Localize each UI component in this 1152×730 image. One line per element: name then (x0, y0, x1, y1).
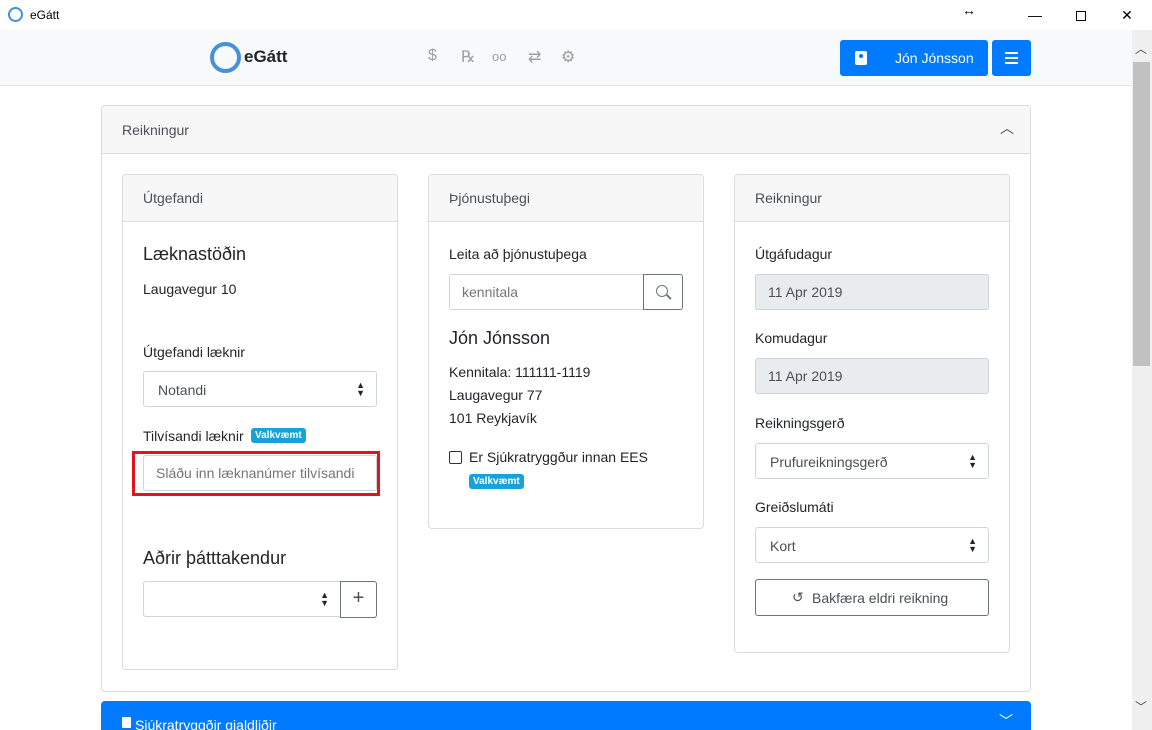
minimize-button[interactable]: — (1012, 0, 1058, 30)
exchange-icon[interactable]: ⇄ (528, 47, 541, 67)
user-button-label: Jón Jónsson (895, 50, 974, 66)
hamburger-icon (1005, 52, 1018, 54)
file-medical-icon (122, 717, 131, 728)
ees-checkbox-label[interactable]: Er Sjúkratryggður innan EES (469, 449, 648, 465)
select-arrows-icon: ▲ ▼ (356, 380, 365, 398)
insured-items-panel-header[interactable]: Sjúkratryggðir gjaldliðir ﹀ (101, 701, 1031, 730)
recipient-card-title: Þjónustuþegi (449, 190, 530, 206)
recipient-name: Jón Jónsson (449, 328, 551, 348)
maximize-icon (1076, 11, 1086, 22)
scrollbar-thumb[interactable] (1133, 62, 1150, 366)
user-button[interactable]: Jón Jónsson (840, 40, 988, 76)
search-button[interactable] (643, 274, 683, 310)
invoice-details-header: Reikningur (735, 175, 1009, 222)
issuing-doctor-value: Notandi (158, 382, 207, 398)
payment-method-select[interactable]: Kort ▲ ▼ (755, 527, 989, 563)
other-participants-select[interactable]: ▲ ▼ (143, 581, 341, 617)
issue-date-label: Útgáfudagur (755, 246, 833, 262)
dollar-icon[interactable]: $ (428, 47, 437, 65)
invoice-card-title: Reikningur (122, 122, 189, 138)
select-arrows-icon: ▲ ▼ (968, 452, 977, 470)
app-icon (8, 7, 23, 22)
reverse-invoice-button[interactable]: ↺ Bakfæra eldri reikning (755, 579, 989, 616)
clinic-name: Læknastöðin (143, 244, 247, 264)
logo-text: eGátt (244, 47, 288, 66)
maximize-button[interactable] (1058, 0, 1104, 30)
insured-items-title: Sjúkratryggðir gjaldliðir (135, 717, 277, 730)
invoice-type-value: Prufureikningsgerð (770, 454, 888, 470)
logo-icon (210, 42, 241, 73)
optional-badge: Valkvæmt (251, 428, 306, 443)
close-button[interactable]: ✕ (1104, 0, 1150, 30)
referring-doctor-input[interactable] (143, 455, 377, 491)
payment-method-label: Greiðslumáti (755, 499, 834, 515)
add-participant-button[interactable] (340, 581, 377, 618)
invoice-type-label: Reikningsgerð (755, 415, 845, 431)
select-arrows-icon: ▲ ▼ (968, 536, 977, 554)
id-badge-icon (855, 51, 867, 65)
chevron-down-icon[interactable]: ﹀ (999, 711, 1013, 730)
chevron-up-icon[interactable]: ︿ (1000, 118, 1014, 138)
issuing-doctor-select[interactable]: Notandi ▲ ▼ (143, 371, 377, 407)
window-title: eGátt (30, 8, 60, 22)
recipient-search-input[interactable] (449, 274, 644, 310)
clinic-address: Laugavegur 10 (143, 281, 237, 297)
invoice-card-header[interactable]: Reikningur ︿ (102, 106, 1030, 154)
scroll-up-icon[interactable]: ︿ (1135, 40, 1147, 57)
glasses-icon[interactable]: oo (492, 49, 506, 64)
other-participants-label: Aðrir þátttakendur (143, 548, 287, 568)
scroll-down-icon[interactable]: ﹀ (1135, 698, 1147, 715)
issue-date-field: 11 Apr 2019 (755, 274, 989, 310)
issuing-doctor-label: Útgefandi læknir (143, 344, 245, 360)
payment-method-value: Kort (770, 538, 796, 554)
prescription-icon[interactable]: ℞ (461, 47, 475, 67)
menu-button[interactable] (992, 40, 1031, 76)
recipient-address-line1: Laugavegur 77 (449, 387, 543, 403)
settings-icon[interactable]: ⚙ (561, 47, 575, 67)
recipient-search-label: Leita að þjónustuþega (449, 246, 587, 262)
recipient-card-header: Þjónustuþegi (429, 175, 703, 222)
recipient-address-line2: 101 Reykjavík (449, 410, 537, 426)
issuer-card-header: Útgefandi (123, 175, 397, 222)
undo-icon: ↺ (792, 589, 804, 605)
reverse-invoice-label: Bakfæra eldri reikning (812, 590, 949, 606)
app-header: eGátt $ ℞ oo ⇄ ⚙ Jón Jónsson (0, 30, 1132, 86)
invoice-details-title: Reikningur (755, 190, 822, 206)
select-arrows-icon: ▲ ▼ (320, 590, 329, 608)
arrival-date-field: 11 Apr 2019 (755, 358, 989, 394)
resize-icon: ↔ (962, 2, 976, 18)
arrival-date-label: Komudagur (755, 330, 828, 346)
recipient-kennitala: Kennitala: 111111-1119 (449, 364, 591, 380)
invoice-type-select[interactable]: Prufureikningsgerð ▲ ▼ (755, 443, 989, 479)
issuer-card-title: Útgefandi (143, 190, 203, 206)
optional-badge: Valkvæmt (469, 474, 524, 489)
window-titlebar: eGátt ↔ — ✕ (0, 0, 1152, 30)
referring-doctor-label: Tilvísandi læknir (143, 428, 244, 444)
ees-checkbox[interactable] (449, 451, 462, 464)
